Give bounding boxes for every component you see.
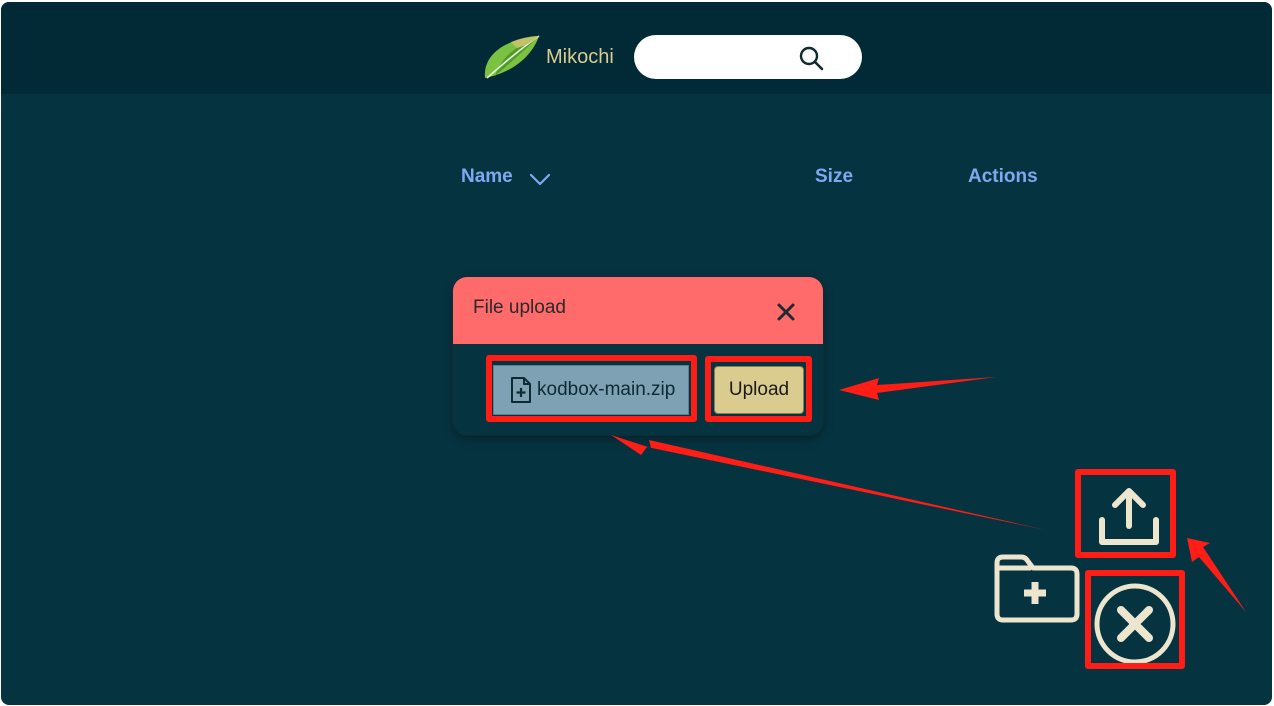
brand-name: Mikochi <box>546 46 614 68</box>
arrow-to-file-picker <box>611 435 1046 530</box>
search-icon[interactable] <box>798 45 824 71</box>
folder-add-icon[interactable] <box>991 548 1081 626</box>
search-bar[interactable] <box>634 35 862 79</box>
search-input[interactable] <box>652 45 806 71</box>
header: Mikochi <box>1 2 1272 94</box>
upload-button[interactable]: Upload <box>714 366 804 414</box>
close-icon[interactable] <box>775 301 797 323</box>
arrow-to-upload-fab <box>1187 538 1246 612</box>
upload-icon[interactable] <box>1093 482 1163 552</box>
column-header-size[interactable]: Size <box>815 166 853 188</box>
column-header-name[interactable]: Name <box>461 166 513 188</box>
column-header-actions: Actions <box>968 166 1038 187</box>
chevron-down-icon[interactable] <box>529 172 551 188</box>
app-window: Mikochi Name Size Actions File upload ko… <box>1 2 1272 705</box>
leaf-logo-icon[interactable] <box>481 32 543 82</box>
dialog-header: File upload <box>453 277 823 344</box>
file-picker[interactable]: kodbox-main.zip <box>493 365 689 415</box>
dialog-title: File upload <box>473 297 566 318</box>
file-add-icon <box>511 377 531 403</box>
selected-file-name: kodbox-main.zip <box>537 379 676 400</box>
file-upload-dialog: File upload kodbox-main.zip Upload <box>453 277 823 435</box>
circle-close-icon[interactable] <box>1093 582 1179 668</box>
arrow-to-upload-button <box>839 377 996 400</box>
